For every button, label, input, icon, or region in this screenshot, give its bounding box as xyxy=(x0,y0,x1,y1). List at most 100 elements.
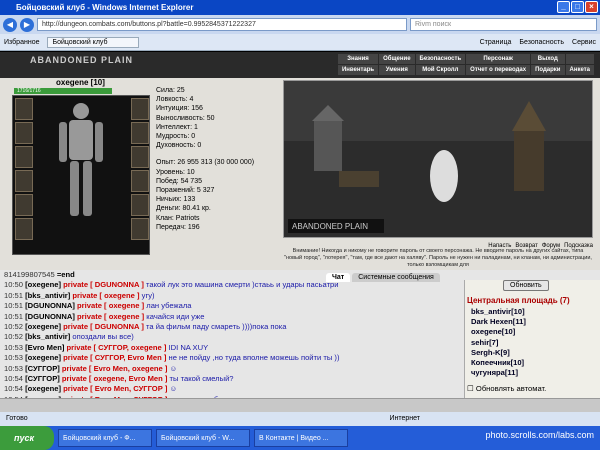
stat-line: Ловкость: 4 xyxy=(156,96,194,104)
browser-tab[interactable]: Бойцовский клуб xyxy=(47,36,139,48)
character-figure-icon xyxy=(59,103,103,216)
chat-priv: private [ DGUNONNA ] xyxy=(63,322,144,332)
minimize-button[interactable]: _ xyxy=(557,1,570,13)
chat-line: 10:53 [oxegene] private [ СУГГОР, Evro M… xyxy=(4,353,462,363)
game-menu: Знания Общение Безопасность Персонаж Вых… xyxy=(337,54,594,75)
equip-slot[interactable] xyxy=(15,194,33,216)
chat-line: 10:51 [DGUNONNA] private [ oxegene ] кач… xyxy=(4,312,462,322)
chat-priv: private [ DGUNONNA ] xyxy=(63,280,144,290)
equip-slot[interactable] xyxy=(15,170,33,192)
menu-item[interactable]: Безопасность xyxy=(415,54,466,64)
equip-slot[interactable] xyxy=(15,218,33,240)
equip-slot[interactable] xyxy=(131,98,149,120)
hp-bar: 1716/1716 xyxy=(14,88,112,94)
back-button[interactable]: ◀ xyxy=(3,17,17,32)
chat-line: 10:54 [oxegene] private [ Evro Men, СУГГ… xyxy=(4,384,462,394)
location-scene: ABANDONED PLAIN xyxy=(283,80,593,238)
chat-time: 10:51 xyxy=(4,301,24,311)
info-line: Поражений: 5 327 xyxy=(156,187,215,195)
chat-nick[interactable]: [СУГГОР] xyxy=(25,374,60,383)
chat-panel: Чат Системные сообщения 814199807545 =en… xyxy=(0,270,600,404)
chat-log: 814199807545 =end 10:50 [oxegene] privat… xyxy=(4,270,462,405)
user-item[interactable]: чугуняра[11] xyxy=(471,368,526,378)
chat-time: 814199807545 xyxy=(4,270,55,279)
equip-slot[interactable] xyxy=(15,122,33,144)
maximize-button[interactable]: □ xyxy=(571,1,584,13)
chat-nick[interactable]: [DGUNONNA] xyxy=(25,301,75,310)
user-item[interactable]: sehir[7] xyxy=(471,338,526,348)
taskbar-item[interactable]: Бойцовский клуб - W... xyxy=(156,429,250,447)
update-button[interactable]: Обновить xyxy=(503,280,549,291)
menu-item[interactable]: Отчет о переводах xyxy=(466,65,531,75)
chat-nick[interactable]: [bks_antivir] xyxy=(25,291,70,300)
chat-line: 10:52 [oxegene] private [ DGUNONNA ] та … xyxy=(4,322,462,332)
chat-time: 10:53 xyxy=(4,363,24,373)
chat-nick[interactable]: [oxegene] xyxy=(25,280,61,289)
auto-update-checkbox[interactable]: ☐ Обновлять автомат. xyxy=(467,384,546,393)
equip-slot[interactable] xyxy=(15,98,33,120)
search-input[interactable]: Rivm поиск xyxy=(410,18,597,31)
menu-item[interactable]: Знания xyxy=(337,54,379,64)
chat-nick[interactable]: [СУГГОР] xyxy=(25,364,60,373)
page-menu[interactable]: Страница xyxy=(480,39,512,46)
favorites-button[interactable]: Избранное xyxy=(4,39,39,46)
chat-msg: ☺ xyxy=(169,363,178,373)
chat-line: 10:54 [СУГГОР] private [ oxegene, Evro M… xyxy=(4,374,462,384)
equip-slot[interactable] xyxy=(131,122,149,144)
menu-item[interactable]: Персонаж xyxy=(466,54,531,64)
equip-slot[interactable] xyxy=(131,146,149,168)
menu-item[interactable]: Инвентарь xyxy=(337,65,379,75)
chat-nick[interactable]: [Evro Men] xyxy=(25,343,64,352)
chat-line: 10:51 [DGUNONNA] private [ oxegene ] лан… xyxy=(4,301,462,311)
menu-item[interactable]: Подарки xyxy=(531,65,565,75)
user-item[interactable]: Копеечник[10] xyxy=(471,358,526,368)
chat-nick[interactable]: [oxegene] xyxy=(25,353,61,362)
equip-slot[interactable] xyxy=(131,194,149,216)
menu-item[interactable]: Мой Скролл xyxy=(415,65,466,75)
window-titlebar: Бойцовский клуб - Windows Internet Explo… xyxy=(0,0,600,15)
chat-line: 10:51 [bks_antivir] private [ oxegene ] … xyxy=(4,291,462,301)
service-menu[interactable]: Сервис xyxy=(572,39,596,46)
menu-item[interactable]: Умения xyxy=(379,65,415,75)
chat-msg: не не пойду ,но туда вполне можешь пойти… xyxy=(168,353,340,363)
taskbar-item[interactable]: В Контакте | Видео ... xyxy=(254,429,348,447)
equip-slot[interactable] xyxy=(15,146,33,168)
chat-nick[interactable]: [DGUNONNA] xyxy=(25,312,75,321)
chat-priv: private [ oxegene ] xyxy=(77,311,145,321)
chat-line: 10:53 [Evro Men] private [ СУГГОР, oxege… xyxy=(4,343,462,353)
address-bar: ◀ ▶ http://dungeon.combats.com/buttons.p… xyxy=(0,15,600,34)
status-text: Готово xyxy=(6,415,28,422)
security-menu[interactable]: Безопасность xyxy=(519,39,564,46)
equip-slot[interactable] xyxy=(131,218,149,240)
chat-line: 10:50 [oxegene] private [ DGUNONNA ] так… xyxy=(4,280,462,290)
chat-nick[interactable]: [oxegene] xyxy=(25,384,61,393)
chat-nick[interactable]: [oxegene] xyxy=(25,322,61,331)
url-input[interactable]: http://dungeon.combats.com/buttons.pl?ba… xyxy=(37,18,407,31)
chat-msg: лан убежала xyxy=(146,301,192,311)
user-item[interactable]: oxegene[10] xyxy=(471,327,526,337)
chat-priv: private [ oxegene ] xyxy=(77,301,145,311)
chat-time: 10:53 xyxy=(4,342,24,352)
taskbar-item[interactable]: Бойцовский клуб - Ф... xyxy=(58,429,152,447)
chat-time: 10:52 xyxy=(4,332,24,342)
menu-item[interactable]: Анкета xyxy=(565,65,594,75)
close-button[interactable]: × xyxy=(585,1,598,13)
chat-nick[interactable]: =end xyxy=(57,270,75,279)
scene-label: ABANDONED PLAIN xyxy=(292,222,368,231)
equip-slot[interactable] xyxy=(131,170,149,192)
info-line: Ничьих: 133 xyxy=(156,196,196,204)
start-button[interactable]: пуск xyxy=(0,426,54,450)
chat-nick[interactable]: [bks_antivir] xyxy=(25,332,70,341)
chat-time: 10:50 xyxy=(4,280,24,290)
user-item[interactable]: Sergh-K[9] xyxy=(471,348,526,358)
window-title: Бойцовский клуб - Windows Internet Explo… xyxy=(16,3,194,12)
menu-item[interactable]: Общение xyxy=(379,54,415,64)
forward-button[interactable]: ▶ xyxy=(20,17,34,32)
user-item[interactable]: bks_antivir[10] xyxy=(471,307,526,317)
info-line: Опыт: 26 955 313 (30 000 000) xyxy=(156,159,255,167)
chat-time: 10:54 xyxy=(4,374,24,384)
chat-msg: IDI NA XUY xyxy=(168,342,209,352)
menu-item[interactable]: Выход xyxy=(531,54,565,64)
user-item[interactable]: Dark Hexen[11] xyxy=(471,317,526,327)
chat-priv: private [ Evro Men, oxegene ] xyxy=(61,363,168,373)
